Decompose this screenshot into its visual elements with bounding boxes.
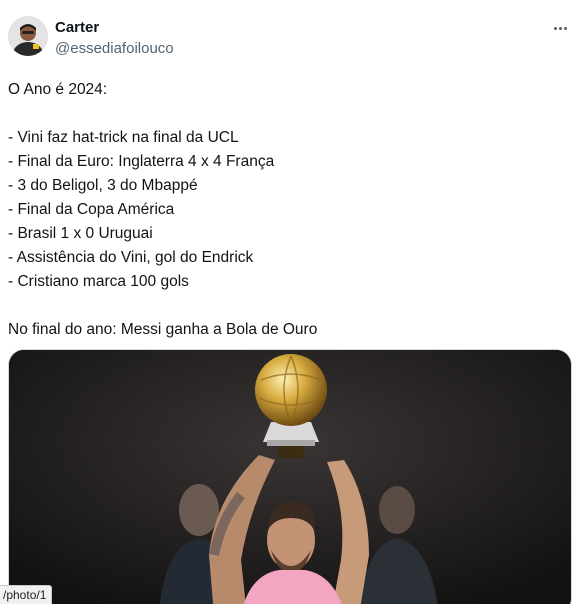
- tweet-text: O Ano é 2024: - Vini faz hat-trick na fi…: [8, 78, 568, 342]
- list-item: - Final da Copa América: [8, 201, 175, 218]
- status-bar-url: /photo/1: [0, 585, 53, 604]
- tweet-photo[interactable]: [8, 349, 572, 604]
- avatar[interactable]: [8, 16, 48, 56]
- tweet-card: Carter @essediafoilouco O Ano é 2024: - …: [0, 0, 579, 604]
- trophy-photo-image: [9, 350, 571, 604]
- tweet-header: Carter @essediafoilouco: [8, 14, 571, 60]
- tweet-conclusion: No final do ano: Messi ganha a Bola de O…: [8, 321, 318, 338]
- list-item: - 3 do Beligol, 3 do Mbappé: [8, 177, 198, 194]
- dot: [563, 26, 567, 30]
- list-item: - Final da Euro: Inglaterra 4 x 4 França: [8, 153, 275, 170]
- author-name[interactable]: Carter: [55, 19, 99, 36]
- list-item: - Vini faz hat-trick na final da UCL: [8, 129, 239, 146]
- author-handle[interactable]: @essediafoilouco: [55, 40, 174, 57]
- more-options-icon[interactable]: [549, 18, 571, 38]
- tweet-intro: O Ano é 2024:: [8, 81, 108, 98]
- list-item: - Cristiano marca 100 gols: [8, 273, 189, 290]
- list-item: - Assistência do Vini, gol do Endrick: [8, 249, 254, 266]
- dot: [558, 26, 562, 30]
- dot: [553, 26, 557, 30]
- list-item: - Brasil 1 x 0 Uruguai: [8, 225, 153, 242]
- profile-avatar-icon: [8, 16, 48, 56]
